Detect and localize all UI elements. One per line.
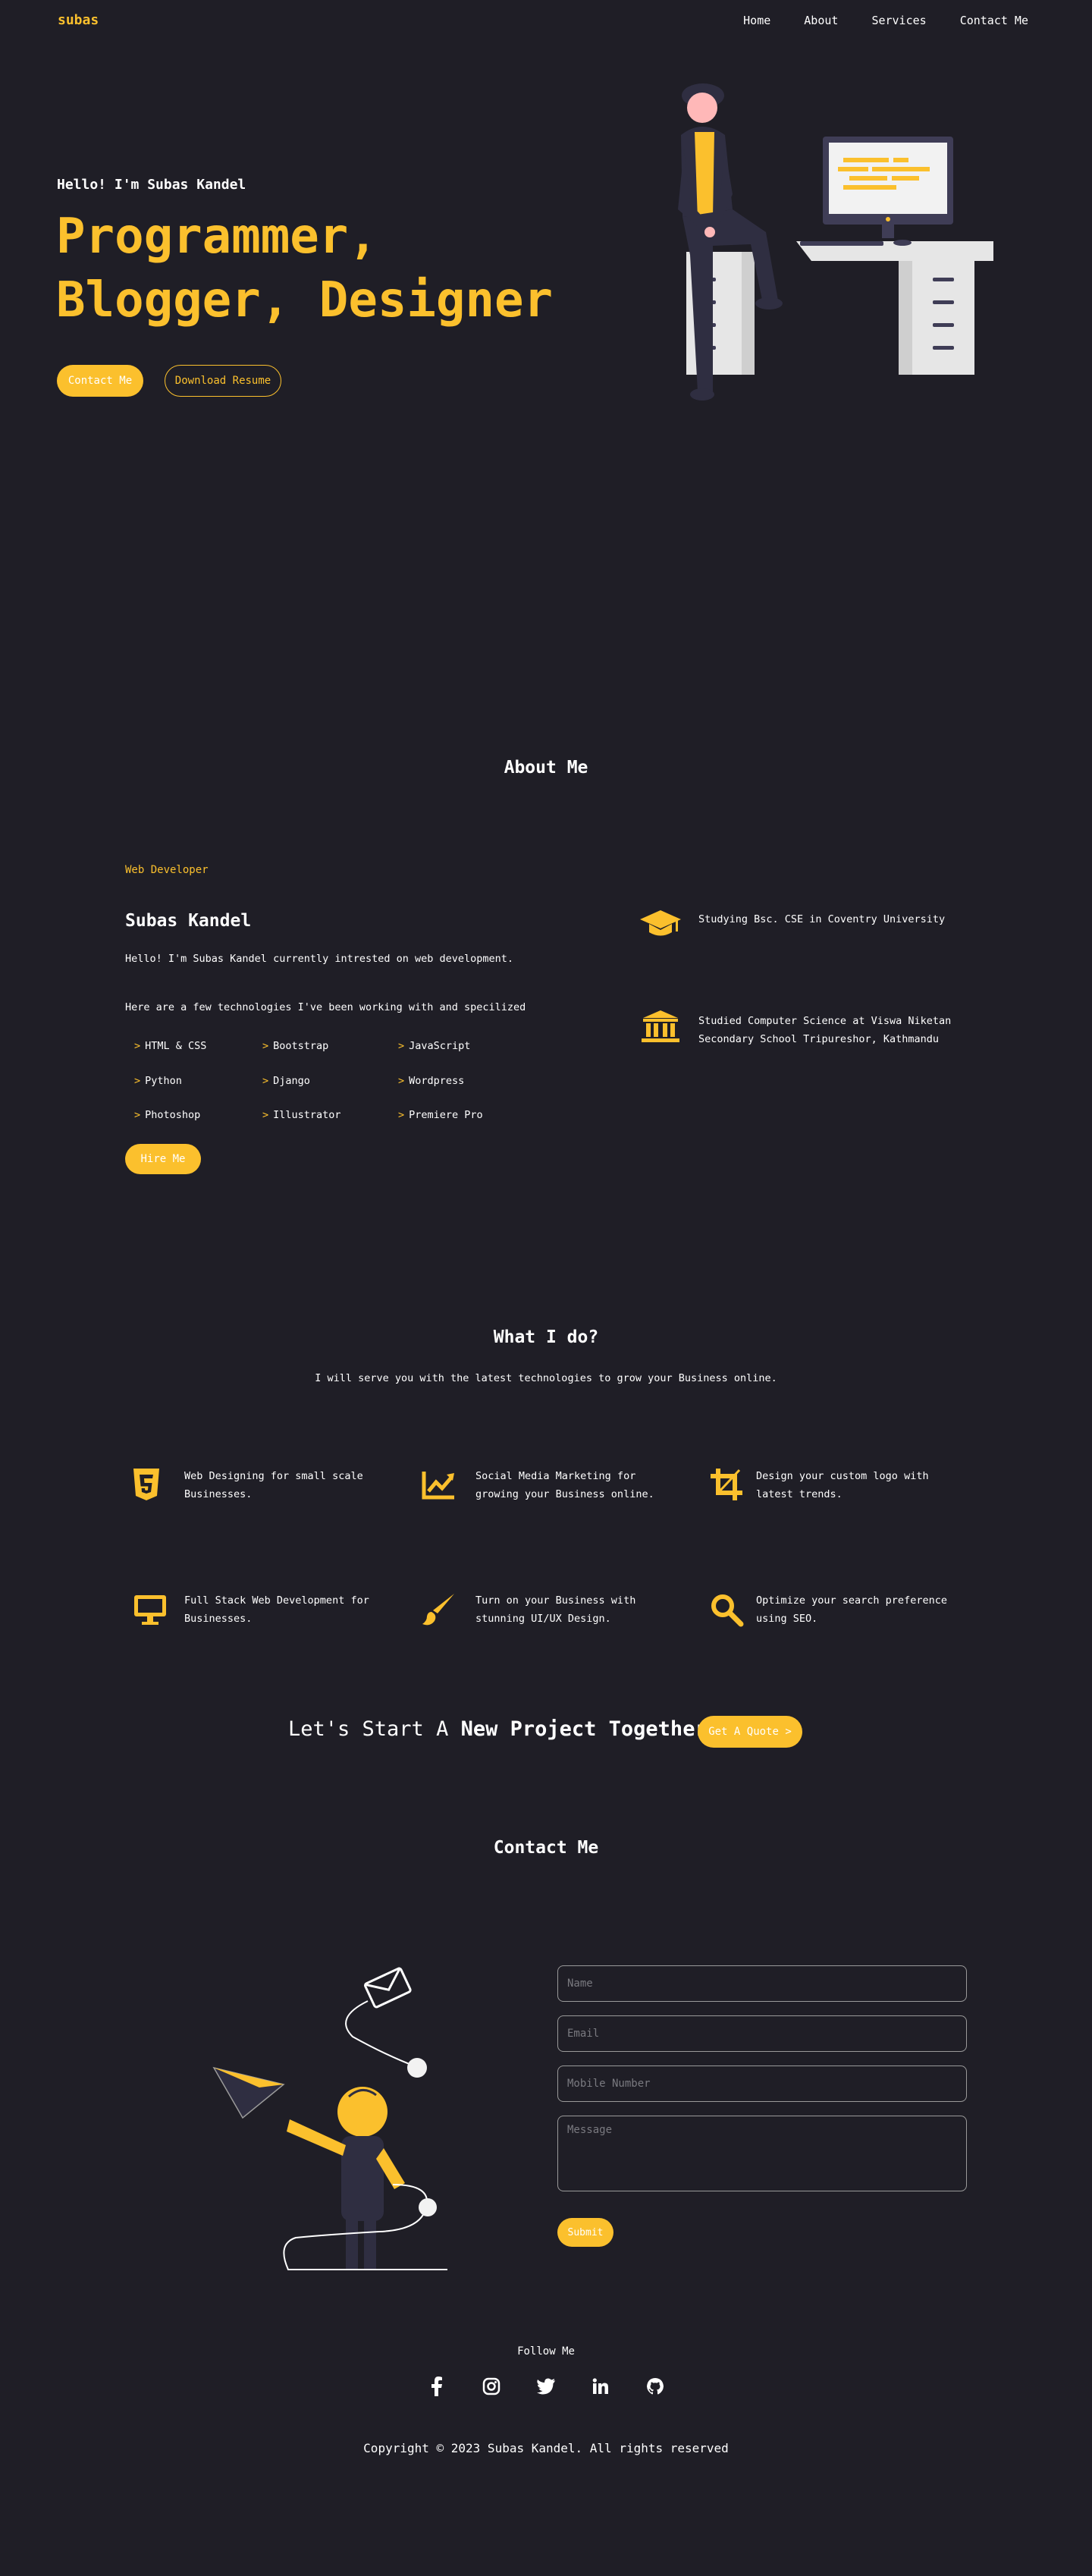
crop-icon xyxy=(711,1469,742,1500)
about-role: Web Developer xyxy=(125,864,209,876)
submit-button[interactable]: Submit xyxy=(557,2218,613,2247)
tech-item: > Illustrator xyxy=(262,1109,341,1121)
email-input[interactable] xyxy=(557,2015,967,2052)
nav-services[interactable]: Services xyxy=(871,14,926,27)
cta-lead: Let's Start A xyxy=(288,1717,449,1741)
desktop-icon xyxy=(134,1595,166,1625)
search-icon xyxy=(711,1594,744,1627)
linkedin-icon[interactable] xyxy=(591,2377,610,2396)
nav-about[interactable]: About xyxy=(804,14,838,27)
contact-me-button[interactable]: Contact Me xyxy=(57,365,143,397)
message-textarea[interactable] xyxy=(557,2116,967,2191)
service-item: Full Stack Web Development for Businesse… xyxy=(184,1594,369,1625)
contact-illustration xyxy=(212,1967,447,2270)
contact-section-title: Contact Me xyxy=(493,1838,599,1858)
service-item: Optimize your search preference using SE… xyxy=(756,1594,947,1625)
graduation-cap-icon xyxy=(640,910,681,936)
services-subtitle: I will serve you with the latest technol… xyxy=(315,1372,777,1384)
mobile-number-input[interactable] xyxy=(557,2066,967,2102)
copyright-text: Copyright © 2023 Subas Kandel. All right… xyxy=(363,2441,729,2455)
education-item: Studied Computer Science at Viswa Niketa… xyxy=(698,1015,952,1045)
tech-item: > JavaScript xyxy=(398,1040,471,1052)
hero-greeting: Hello! I'm Subas Kandel xyxy=(57,177,246,193)
instagram-icon[interactable] xyxy=(482,2377,501,2396)
service-item: Social Media Marketing for growing your … xyxy=(475,1470,654,1500)
html5-icon xyxy=(133,1469,159,1500)
navbar: subas Home About Services Contact Me xyxy=(0,0,1092,42)
nav-home[interactable]: Home xyxy=(743,14,770,27)
nav-links: Home About Services Contact Me xyxy=(743,14,1028,27)
university-icon xyxy=(642,1010,679,1042)
brand-logo[interactable]: subas xyxy=(58,12,99,28)
cta-strong: New Project Together xyxy=(460,1717,708,1741)
services-section-title: What I do? xyxy=(493,1327,599,1347)
tech-item: > Django xyxy=(262,1075,310,1087)
chart-line-icon xyxy=(422,1472,454,1500)
facebook-icon[interactable] xyxy=(427,2377,447,2396)
about-section-title: About Me xyxy=(504,758,588,778)
tech-item: > Python xyxy=(134,1075,182,1087)
github-icon[interactable] xyxy=(645,2377,665,2396)
education-item: Studying Bsc. CSE in Coventry University xyxy=(698,913,946,925)
download-resume-button[interactable]: Download Resume xyxy=(165,365,281,397)
service-item: Design your custom logo with latest tren… xyxy=(756,1470,929,1500)
nav-contact[interactable]: Contact Me xyxy=(960,14,1028,27)
tech-item: > Wordpress xyxy=(398,1075,465,1087)
tech-item: > HTML & CSS xyxy=(134,1040,207,1052)
paint-brush-icon xyxy=(422,1594,454,1626)
name-input[interactable] xyxy=(557,1965,967,2002)
social-links xyxy=(0,2377,1092,2396)
hero-illustration xyxy=(678,83,993,401)
tech-item: > Bootstrap xyxy=(262,1040,329,1052)
service-item: Web Designing for small scale Businesses… xyxy=(184,1470,363,1500)
twitter-icon[interactable] xyxy=(536,2377,556,2396)
hero-title: Programmer, Blogger, Designer xyxy=(56,209,554,328)
about-intro: Hello! I'm Subas Kandel currently intres… xyxy=(125,953,514,965)
tech-item: > Premiere Pro xyxy=(398,1109,483,1121)
hire-me-button[interactable]: Hire Me xyxy=(125,1144,201,1174)
about-name: Subas Kandel xyxy=(125,911,252,931)
follow-label: Follow Me xyxy=(517,2345,575,2358)
about-tech-intro: Here are a few technologies I've been wo… xyxy=(125,1001,526,1013)
cta-text: Let's Start A New Project Together xyxy=(288,1717,708,1741)
tech-item: > Photoshop xyxy=(134,1109,201,1121)
get-quote-button[interactable]: Get A Quote > xyxy=(698,1716,802,1748)
service-item: Turn on your Business with stunning UI/U… xyxy=(475,1594,636,1625)
